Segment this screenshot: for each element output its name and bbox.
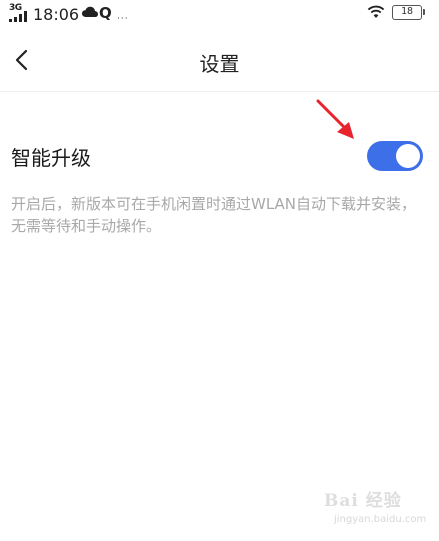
smart-upgrade-label: 智能升级 [11,146,91,170]
cloud-icon [82,6,98,17]
toggle-knob [396,144,420,168]
smart-upgrade-row: 智能升级 [0,120,439,190]
page-title: 设置 [199,52,240,76]
status-bar: 3G 18:06 Q ··· 18 [0,0,439,26]
signal-icon [9,11,27,22]
battery-level: 18 [400,6,414,17]
baidu-jingyan-watermark: Bai 经验 jingyan.baidu.com [318,486,430,536]
clock: 18:06 [33,5,80,24]
wifi-icon [367,5,385,18]
watermark-logo-text: Bai 经验 [324,491,402,511]
smart-upgrade-description: 开启后，新版本可在手机闲置时通过WLAN自动下载并安装，无需等待和手动操作。 [11,195,417,235]
battery-icon: 18 [392,5,425,20]
q-app-icon: Q [99,4,112,22]
title-bar: 设置 [0,30,439,92]
smart-upgrade-toggle[interactable] [367,141,423,171]
watermark-url: jingyan.baidu.com [334,514,427,525]
more-notifications-icon: ··· [117,14,129,24]
screen: 3G 18:06 Q ··· 18 设置 智能升级 开启后，新版本可在手机闲置时… [0,0,439,541]
